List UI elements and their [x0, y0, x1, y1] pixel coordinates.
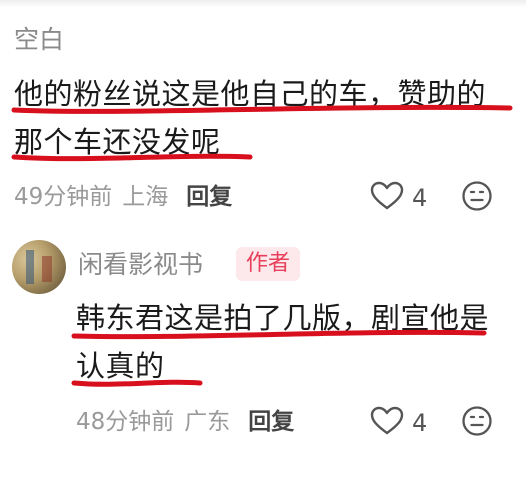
comment2-username[interactable]: 闲看影视书: [78, 247, 203, 283]
red-underline-mark: [71, 379, 203, 387]
author-badge: 作者: [236, 247, 301, 281]
comment1-location: 上海: [122, 184, 169, 210]
heart-icon[interactable]: [370, 406, 404, 440]
comment1-reply-button[interactable]: 回复: [186, 180, 232, 214]
red-underline-mark: [71, 329, 487, 340]
red-underline-mark: [11, 153, 253, 162]
heart-icon[interactable]: [370, 181, 404, 215]
dislike-face-icon[interactable]: [461, 405, 493, 441]
dislike-face-icon[interactable]: [461, 180, 493, 216]
red-underline-mark: [11, 104, 513, 114]
comment2-like-count: 4: [412, 409, 428, 437]
top-separator: [0, 0, 526, 8]
comment2-time: 48分钟前: [76, 409, 175, 435]
comment1-like-count: 4: [412, 184, 428, 212]
comment1-username[interactable]: 空白: [14, 22, 64, 58]
comment2-reply-button[interactable]: 回复: [248, 405, 294, 439]
comment2-actions: 4: [370, 405, 493, 441]
comment1-meta: 49分钟前 上海 回复: [14, 180, 232, 214]
comment2-location: 广东: [184, 409, 231, 435]
comment1-actions: 4: [370, 180, 493, 216]
comment2-meta: 48分钟前 广东 回复: [76, 405, 294, 439]
avatar[interactable]: [12, 240, 66, 294]
comment1-time: 49分钟前: [14, 184, 113, 210]
